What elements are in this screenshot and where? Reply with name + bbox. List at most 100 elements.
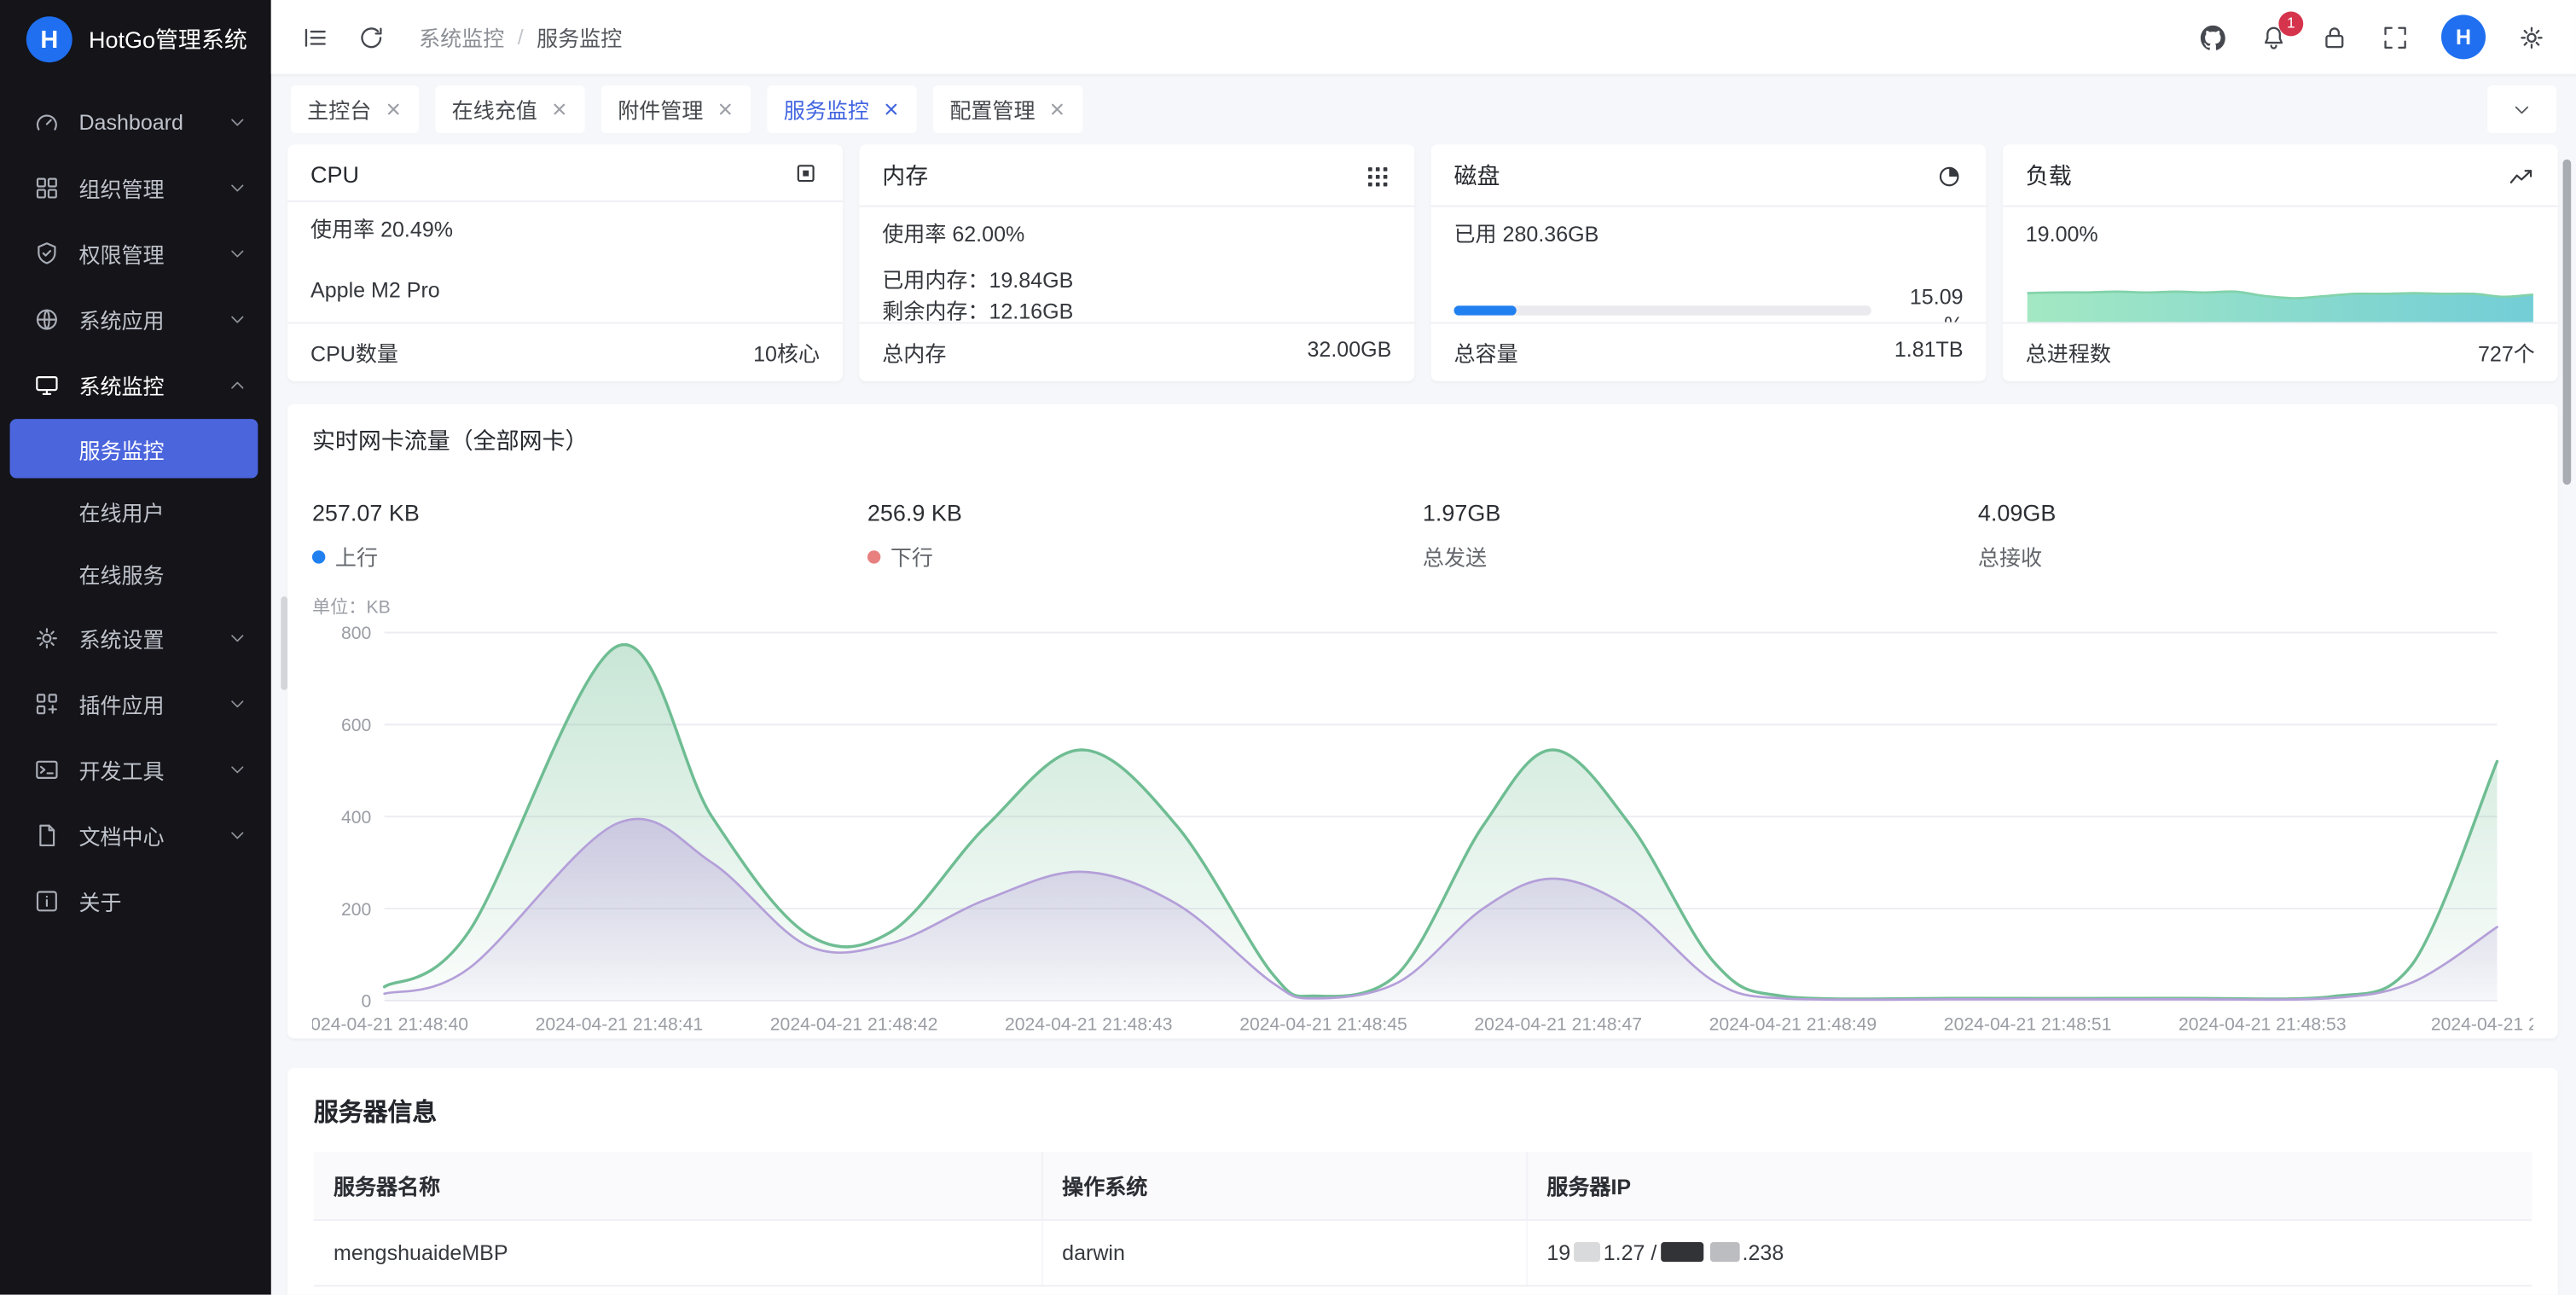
sidebar-item-插件应用[interactable]: 插件应用 xyxy=(0,671,271,736)
sidebar-item-Dashboard[interactable]: Dashboard xyxy=(0,89,271,154)
memory-footer-label: 总内存 xyxy=(882,337,946,369)
memory-card: 内存 使用率 62.00% 已用内存：19.84GB 剩余内存：12.16GB … xyxy=(859,144,1414,380)
breadcrumb-item[interactable]: 系统监控 xyxy=(419,21,504,53)
sidebar-item-label: 文档中心 xyxy=(78,819,226,851)
disk-card-title: 磁盘 xyxy=(1454,160,1500,193)
chevron-down-icon xyxy=(227,308,248,329)
about-icon xyxy=(33,886,61,915)
fullscreen-icon[interactable] xyxy=(2381,22,2411,52)
sidebar-item-开发工具[interactable]: 开发工具 xyxy=(0,736,271,802)
network-stat-总接收: 4.09GB总接收 xyxy=(1978,497,2533,572)
tab-主控台[interactable]: 主控台 xyxy=(291,85,419,133)
sidebar-item-label: 系统监控 xyxy=(78,369,226,400)
network-traffic-chart: 02004006008002024-04-21 21:48:402024-04-… xyxy=(312,623,2533,1038)
cpu-footer-label: CPU数量 xyxy=(310,337,398,369)
load-footer-value: 727个 xyxy=(2478,337,2535,369)
sidebar-subitem-在线服务[interactable]: 在线服务 xyxy=(0,543,271,605)
memory-card-title: 内存 xyxy=(882,160,928,193)
ip-redacted-block xyxy=(1709,1242,1739,1262)
chevron-down-icon xyxy=(227,627,248,648)
notification-badge: 1 xyxy=(2278,11,2303,36)
sidebar-subitem-在线用户[interactable]: 在线用户 xyxy=(0,479,271,542)
cpu-card-header: CPU xyxy=(287,144,843,201)
table-header-服务器名称: 服务器名称 xyxy=(314,1152,1041,1220)
server-table: 服务器名称操作系统服务器IP mengshuaideMBPdarwin191.2… xyxy=(314,1152,2532,1286)
disk-footer-label: 总容量 xyxy=(1454,337,1518,369)
sidebar-item-label: Dashboard xyxy=(78,109,226,134)
memory-free: 剩余内存：12.16GB xyxy=(882,298,1391,322)
github-icon[interactable] xyxy=(2198,22,2228,52)
vertical-scrollbar-thumb[interactable] xyxy=(2563,160,2572,485)
sidebar-item-权限管理[interactable]: 权限管理 xyxy=(0,220,271,286)
disk-progress-track xyxy=(1454,305,1871,316)
tab-服务监控[interactable]: 服务监控 xyxy=(768,85,917,133)
lock-icon[interactable] xyxy=(2320,22,2350,52)
tab-在线充值[interactable]: 在线充值 xyxy=(435,85,584,133)
tabs-dropdown-button[interactable] xyxy=(2487,85,2556,133)
disk-percent-unit: % xyxy=(1888,311,1964,322)
close-icon[interactable] xyxy=(717,100,734,118)
monitor-icon xyxy=(33,370,61,398)
close-icon[interactable] xyxy=(550,100,568,118)
gear-icon[interactable] xyxy=(2517,22,2547,52)
server-os-cell: darwin xyxy=(1041,1220,1526,1286)
plugin-grid-icon xyxy=(33,689,61,717)
menu-collapse-icon[interactable] xyxy=(300,22,330,52)
content-scroll-indicator[interactable] xyxy=(281,596,287,690)
chevron-down-icon xyxy=(227,111,248,132)
ip-text: 19 xyxy=(1546,1240,1570,1265)
sidebar-item-label: 关于 xyxy=(78,885,247,916)
logo[interactable]: H HotGo管理系统 xyxy=(0,0,271,78)
terminal-icon xyxy=(33,755,61,783)
chevron-up-icon xyxy=(227,374,248,395)
main-area: 系统监控 / 服务监控 1 H 主控台在线充值附件管理服务监控配置管理 xyxy=(271,0,2576,1295)
disk-card-body: 已用 280.36GB 15.09 % xyxy=(1431,207,1987,322)
cpu-footer-value: 10核心 xyxy=(753,337,820,369)
topbar: 系统监控 / 服务监控 1 H xyxy=(271,0,2576,74)
sidebar-item-系统应用[interactable]: 系统应用 xyxy=(0,286,271,351)
sidebar-item-label: 组织管理 xyxy=(78,171,226,203)
disk-progress-fill xyxy=(1454,305,1517,316)
sidebar-item-系统设置[interactable]: 系统设置 xyxy=(0,605,271,671)
breadcrumb-item-current: 服务监控 xyxy=(537,21,622,53)
tab-附件管理[interactable]: 附件管理 xyxy=(601,85,751,133)
disk-progress-row: 15.09 % xyxy=(1454,282,1964,322)
table-header-服务器IP: 服务器IP xyxy=(1526,1152,2532,1220)
sidebar-item-组织管理[interactable]: 组织管理 xyxy=(0,154,271,220)
network-stats: 257.07 KB上行256.9 KB下行1.97GB总发送4.09GB总接收 xyxy=(312,497,2533,572)
avatar[interactable]: H xyxy=(2441,15,2486,59)
sidebar-item-关于[interactable]: 关于 xyxy=(0,868,271,933)
stat-label: 上行 xyxy=(312,541,867,572)
tab-label: 附件管理 xyxy=(618,94,703,125)
load-value: 19.00% xyxy=(2026,220,2535,250)
disk-footer-value: 1.81TB xyxy=(1894,337,1964,369)
disk-card-footer: 总容量 1.81TB xyxy=(1431,322,1987,380)
breadcrumb: 系统监控 / 服务监控 xyxy=(419,21,622,53)
tab-配置管理[interactable]: 配置管理 xyxy=(933,85,1082,133)
close-icon[interactable] xyxy=(1048,100,1066,118)
pie-chart-icon xyxy=(1935,162,1964,190)
close-icon[interactable] xyxy=(882,100,900,118)
sidebar-item-label: 权限管理 xyxy=(78,237,226,269)
logo-icon: H xyxy=(26,16,73,62)
chevron-down-icon xyxy=(227,177,248,198)
close-icon[interactable] xyxy=(385,100,403,118)
sidebar-item-系统监控[interactable]: 系统监控 xyxy=(0,351,271,417)
svg-text:0: 0 xyxy=(361,992,371,1012)
svg-text:400: 400 xyxy=(341,808,371,828)
dashboard-icon xyxy=(33,107,61,136)
stat-value: 257.07 KB xyxy=(312,497,867,530)
memory-usage: 使用率 62.00% xyxy=(882,220,1391,250)
chevron-down-icon xyxy=(227,758,248,780)
table-row: mengshuaideMBPdarwin191.27 /.238 xyxy=(314,1220,2532,1286)
refresh-icon[interactable] xyxy=(357,22,386,52)
sidebar-item-文档中心[interactable]: 文档中心 xyxy=(0,802,271,868)
cpu-card-footer: CPU数量 10核心 xyxy=(287,322,843,380)
disk-percent: 15.09 % xyxy=(1888,282,1964,322)
stat-label: 总接收 xyxy=(1978,541,2533,572)
trend-icon xyxy=(2507,162,2535,190)
sidebar-subitem-服务监控[interactable]: 服务监控 xyxy=(10,419,258,478)
notifications-button[interactable]: 1 xyxy=(2259,22,2289,52)
svg-text:2024-04-21 21:4: 2024-04-21 21:4 xyxy=(2431,1015,2533,1035)
sidebar-item-label: 系统设置 xyxy=(78,622,226,653)
